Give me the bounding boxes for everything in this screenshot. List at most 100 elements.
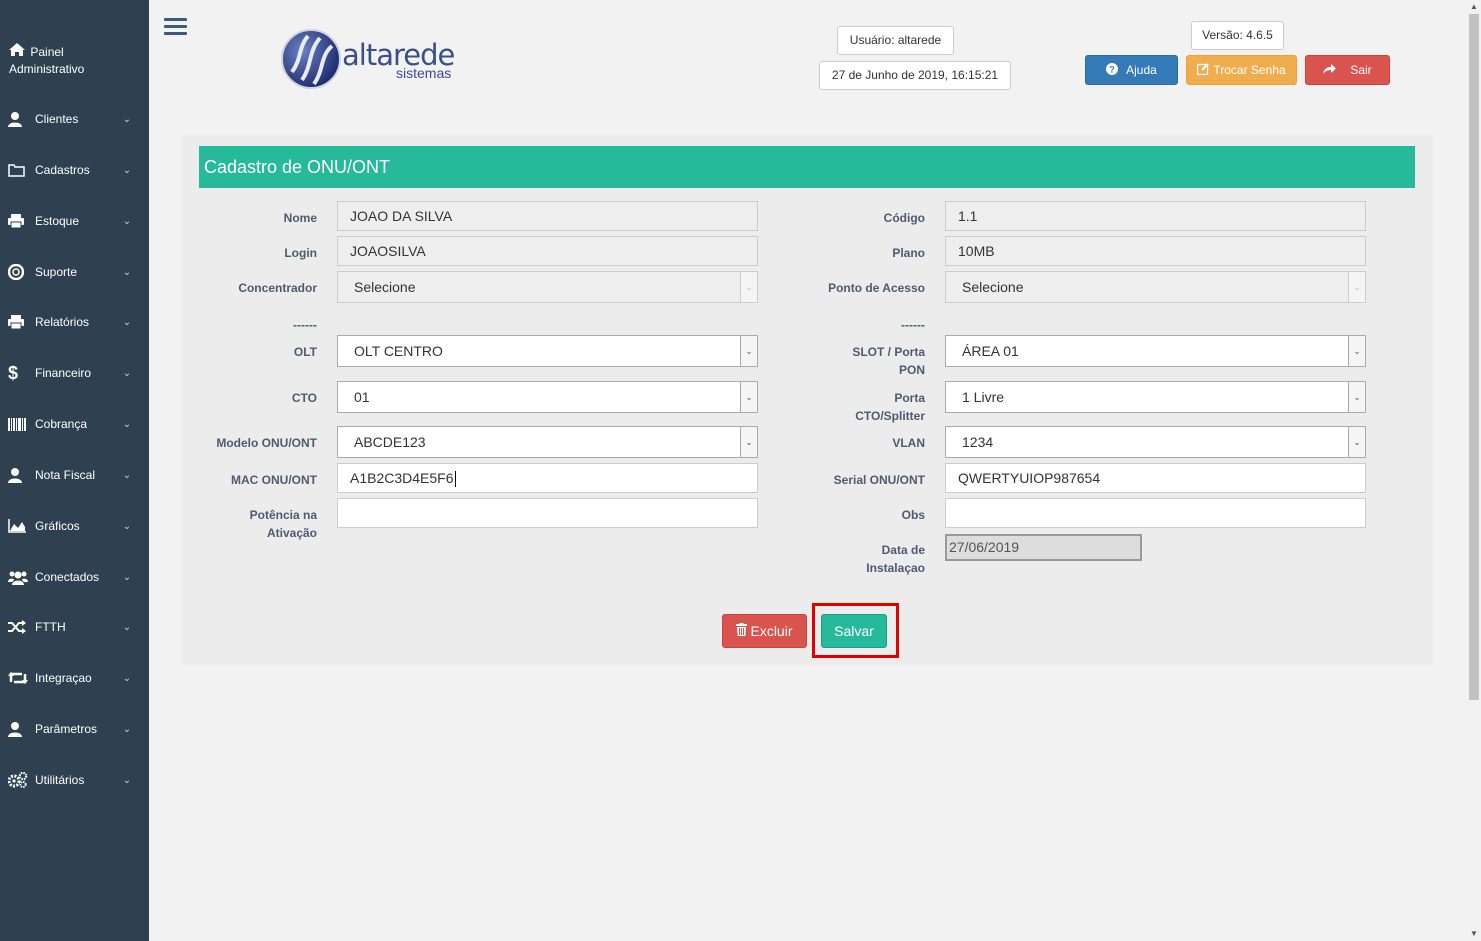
sidebar: Painel Administrativo Clientes ⌄ Cadastr…: [0, 0, 149, 941]
plano-label: Plano: [892, 246, 925, 260]
chevron-down-icon: ⌄: [122, 723, 132, 735]
login-field[interactable]: JOAOSILVA: [337, 236, 758, 266]
brand-line1: Painel: [30, 45, 64, 59]
nome-label: Nome: [283, 211, 317, 225]
sidebar-item-cadastros[interactable]: Cadastros ⌄: [0, 155, 149, 185]
save-button-label: Salvar: [834, 623, 874, 639]
sidebar-item-conectados[interactable]: Conectados ⌄: [0, 562, 149, 592]
olt-select[interactable]: OLT CENTRO ⌄: [337, 335, 758, 367]
chevron-down-icon: ⌄: [122, 571, 132, 583]
olt-value: OLT CENTRO: [354, 343, 443, 359]
ponto-select[interactable]: Selecione ⌄: [945, 271, 1366, 303]
brand-line2: Administrativo: [9, 62, 85, 76]
sidebar-item-financeiro[interactable]: $ Financeiro ⌄: [0, 358, 149, 388]
chevron-down-icon: ⌄: [740, 427, 757, 457]
users-icon: [8, 569, 30, 585]
scroll-down-icon[interactable]: ▼: [1467, 927, 1481, 941]
chevron-down-icon: ⌄: [740, 272, 757, 302]
cto-select[interactable]: 01 ⌄: [337, 381, 758, 413]
chevron-down-icon: ⌄: [122, 266, 132, 278]
panel-title: Cadastro de ONU/ONT: [199, 146, 1415, 188]
slot-select[interactable]: ÁREA 01 ⌄: [945, 335, 1366, 367]
chevron-down-icon: ⌄: [122, 164, 132, 176]
serial-label: Serial ONU/ONT: [833, 473, 925, 487]
potencia-field[interactable]: [337, 498, 758, 528]
ponto-value: Selecione: [962, 279, 1024, 295]
codigo-label: Código: [883, 211, 925, 225]
logout-button[interactable]: Sair: [1305, 55, 1390, 85]
concentrador-label: Concentrador: [238, 281, 317, 295]
data-label-line2: Instalaçao: [866, 561, 925, 575]
save-button[interactable]: Salvar: [821, 614, 887, 648]
sidebar-brand[interactable]: Painel Administrativo: [9, 43, 139, 78]
sidebar-item-utilitarios[interactable]: Utilitários ⌄: [0, 765, 149, 795]
help-button[interactable]: ? Ajuda: [1085, 55, 1178, 85]
printer-icon: [8, 314, 30, 330]
chevron-down-icon: ⌄: [1348, 336, 1365, 366]
sidebar-item-relatorios[interactable]: Relatórios ⌄: [0, 307, 149, 337]
sidebar-item-label: Financeiro: [35, 366, 92, 380]
data-instalacao-field[interactable]: 27/06/2019: [945, 534, 1142, 561]
chevron-down-icon: ⌄: [122, 520, 132, 532]
sidebar-item-suporte[interactable]: Suporte ⌄: [0, 257, 149, 287]
vertical-scrollbar[interactable]: ▲ ▼: [1467, 0, 1481, 941]
vlan-select[interactable]: 1234 ⌄: [945, 426, 1366, 458]
concentrador-select[interactable]: Selecione ⌄: [337, 271, 758, 303]
sidebar-item-estoque[interactable]: Estoque ⌄: [0, 206, 149, 236]
sidebar-item-cobranca[interactable]: Cobrança ⌄: [0, 409, 149, 439]
lifebuoy-icon: [8, 264, 30, 280]
sidebar-item-label: Clientes: [35, 112, 79, 126]
sidebar-item-graficos[interactable]: Gráficos ⌄: [0, 511, 149, 541]
sidebar-item-label: Nota Fiscal: [35, 468, 96, 482]
obs-field[interactable]: [945, 498, 1366, 528]
user-icon: [8, 111, 30, 127]
chevron-down-icon: ⌄: [122, 672, 132, 684]
folder-icon: [8, 162, 30, 178]
nome-field[interactable]: JOAO DA SILVA: [337, 201, 758, 231]
svg-text:?: ?: [1109, 64, 1115, 74]
sidebar-item-label: Relatórios: [35, 315, 90, 329]
sidebar-item-label: Cadastros: [35, 163, 90, 177]
version-info: Versão: 4.6.5: [1191, 21, 1284, 50]
potencia-label: Potência na Ativação: [200, 506, 317, 542]
menu-toggle-icon[interactable]: [164, 18, 187, 38]
chevron-down-icon: ⌄: [122, 469, 132, 481]
user-icon: [8, 721, 30, 737]
scrollbar-thumb[interactable]: [1469, 14, 1479, 700]
change-password-button[interactable]: Trocar Senha: [1186, 55, 1297, 85]
chevron-down-icon: ⌄: [740, 336, 757, 366]
chevron-down-icon: ⌄: [1348, 382, 1365, 412]
help-button-label: Ajuda: [1126, 63, 1157, 77]
porta-label-line2: CTO/Splitter: [855, 409, 925, 423]
slot-label-line1: SLOT / Porta: [852, 345, 925, 359]
concentrador-value: Selecione: [354, 279, 416, 295]
sidebar-item-label: FTTH: [35, 620, 66, 634]
mac-field[interactable]: A1B2C3D4E5F6: [337, 463, 758, 493]
area-chart-icon: [8, 518, 30, 534]
ponto-label: Ponto de Acesso: [828, 281, 925, 295]
potencia-label-line1: Potência na: [249, 508, 317, 522]
delete-button[interactable]: Excluir: [722, 614, 807, 648]
potencia-label-line2: Ativação: [266, 526, 317, 540]
sidebar-item-label: Suporte: [35, 265, 78, 279]
delete-button-label: Excluir: [750, 623, 793, 639]
sidebar-item-clientes[interactable]: Clientes ⌄: [0, 104, 149, 134]
data-instalacao-label: Data de Instalaçao: [808, 541, 925, 577]
sidebar-item-parametros[interactable]: Parâmetros ⌄: [0, 714, 149, 744]
scroll-up-icon[interactable]: ▲: [1467, 0, 1481, 14]
modelo-select[interactable]: ABCDE123 ⌄: [337, 426, 758, 458]
serial-field[interactable]: QWERTYUIOP987654: [945, 463, 1366, 493]
vlan-label: VLAN: [892, 436, 925, 450]
chevron-down-icon: ⌄: [122, 316, 132, 328]
porta-select[interactable]: 1 Livre ⌄: [945, 381, 1366, 413]
chevron-down-icon: ⌄: [1348, 427, 1365, 457]
modelo-value: ABCDE123: [354, 434, 426, 450]
plano-field[interactable]: 10MB: [945, 236, 1366, 266]
slot-label: SLOT / Porta PON: [808, 343, 925, 379]
printer-icon: [8, 213, 30, 229]
chevron-down-icon: ⌄: [122, 367, 132, 379]
codigo-field[interactable]: 1.1: [945, 201, 1366, 231]
sidebar-item-nota-fiscal[interactable]: Nota Fiscal ⌄: [0, 460, 149, 490]
sidebar-item-integracao[interactable]: Integraçao ⌄: [0, 663, 149, 693]
sidebar-item-ftth[interactable]: FTTH ⌄: [0, 612, 149, 642]
